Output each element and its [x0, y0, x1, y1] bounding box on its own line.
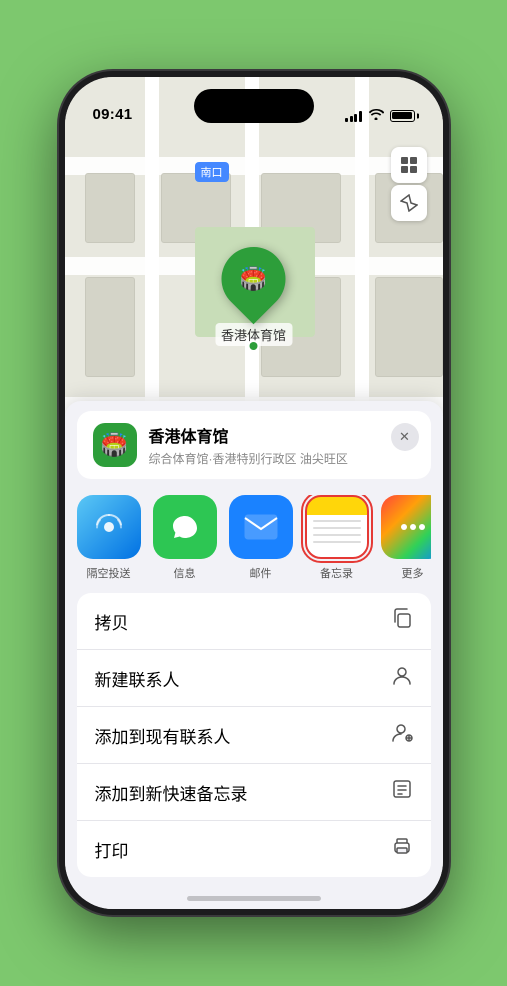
- app-item-notes[interactable]: 备忘录: [305, 495, 369, 581]
- action-copy-label: 拷贝: [95, 609, 129, 634]
- share-sheet: 🏟️ 香港体育馆 综合体育馆·香港特别行政区 油尖旺区 ✕: [65, 401, 443, 909]
- signal-bars-icon: [345, 110, 362, 122]
- battery-icon: [390, 110, 415, 122]
- close-button[interactable]: ✕: [391, 423, 419, 451]
- messages-label: 信息: [174, 565, 196, 581]
- pin-icon: 🏟️: [240, 266, 267, 292]
- apps-scroll: 隔空投送 信息: [77, 495, 431, 581]
- action-copy[interactable]: 拷贝: [77, 593, 431, 650]
- mail-icon: [229, 495, 293, 559]
- app-item-airdrop[interactable]: 隔空投送: [77, 495, 141, 581]
- actions-list: 拷贝 新建联系人: [77, 593, 431, 877]
- phone-frame: 09:41: [59, 71, 449, 915]
- messages-icon: [153, 495, 217, 559]
- add-contact-icon: [391, 721, 413, 749]
- location-pin: 🏟️ 香港体育馆: [215, 247, 292, 346]
- dynamic-island: [194, 89, 314, 123]
- more-label: 更多: [402, 565, 424, 581]
- action-print-label: 打印: [95, 837, 129, 862]
- pin-shadow: [249, 342, 257, 350]
- quick-note-icon: [391, 778, 413, 806]
- pin-circle: 🏟️: [208, 234, 299, 325]
- location-card-name: 香港体育馆: [149, 423, 415, 447]
- airdrop-icon: [77, 495, 141, 559]
- map-building: [85, 173, 135, 243]
- mail-label: 邮件: [250, 565, 272, 581]
- apps-row: 隔空投送 信息: [65, 487, 443, 593]
- map-controls: [391, 147, 427, 221]
- new-contact-icon: [391, 664, 413, 692]
- action-new-contact[interactable]: 新建联系人: [77, 650, 431, 707]
- app-item-messages[interactable]: 信息: [153, 495, 217, 581]
- signal-bar-4: [359, 111, 362, 122]
- action-print[interactable]: 打印: [77, 821, 431, 877]
- print-icon: [391, 835, 413, 863]
- signal-bar-3: [354, 114, 357, 122]
- airdrop-label: 隔空投送: [87, 565, 131, 581]
- more-dot: [410, 524, 416, 530]
- home-indicator: [187, 896, 321, 901]
- map-building: [375, 277, 443, 377]
- action-quick-note[interactable]: 添加到新快速备忘录: [77, 764, 431, 821]
- action-add-contact-label: 添加到现有联系人: [95, 723, 231, 748]
- location-card-icon: 🏟️: [93, 423, 137, 467]
- status-time: 09:41: [93, 106, 133, 123]
- notes-line: [313, 520, 361, 522]
- battery-fill: [392, 112, 412, 119]
- notes-line: [313, 534, 361, 536]
- phone-screen: 09:41: [65, 77, 443, 909]
- app-item-more[interactable]: 更多: [381, 495, 431, 581]
- signal-bar-2: [350, 116, 353, 122]
- status-icons: [345, 108, 415, 123]
- action-quick-note-label: 添加到新快速备忘录: [95, 780, 248, 805]
- notes-lines: [313, 520, 361, 543]
- map-location-button[interactable]: [391, 185, 427, 221]
- location-card: 🏟️ 香港体育馆 综合体育馆·香港特别行政区 油尖旺区 ✕: [77, 411, 431, 479]
- wifi-icon: [368, 108, 384, 123]
- more-dot: [419, 524, 425, 530]
- notes-label: 备忘录: [320, 565, 353, 581]
- notes-icon: [305, 495, 369, 559]
- map-view-button[interactable]: [391, 147, 427, 183]
- map-building: [85, 277, 135, 377]
- notes-line: [313, 541, 361, 543]
- location-info: 香港体育馆 综合体育馆·香港特别行政区 油尖旺区: [149, 423, 415, 467]
- action-new-contact-label: 新建联系人: [95, 666, 180, 691]
- more-icon: [381, 495, 431, 559]
- copy-icon: [391, 607, 413, 635]
- signal-bar-1: [345, 118, 348, 122]
- action-add-contact[interactable]: 添加到现有联系人: [77, 707, 431, 764]
- more-dot: [401, 524, 407, 530]
- map-station-label: 南口: [195, 162, 229, 182]
- location-card-address: 综合体育馆·香港特别行政区 油尖旺区: [149, 450, 415, 467]
- notes-line: [313, 527, 361, 529]
- app-item-mail[interactable]: 邮件: [229, 495, 293, 581]
